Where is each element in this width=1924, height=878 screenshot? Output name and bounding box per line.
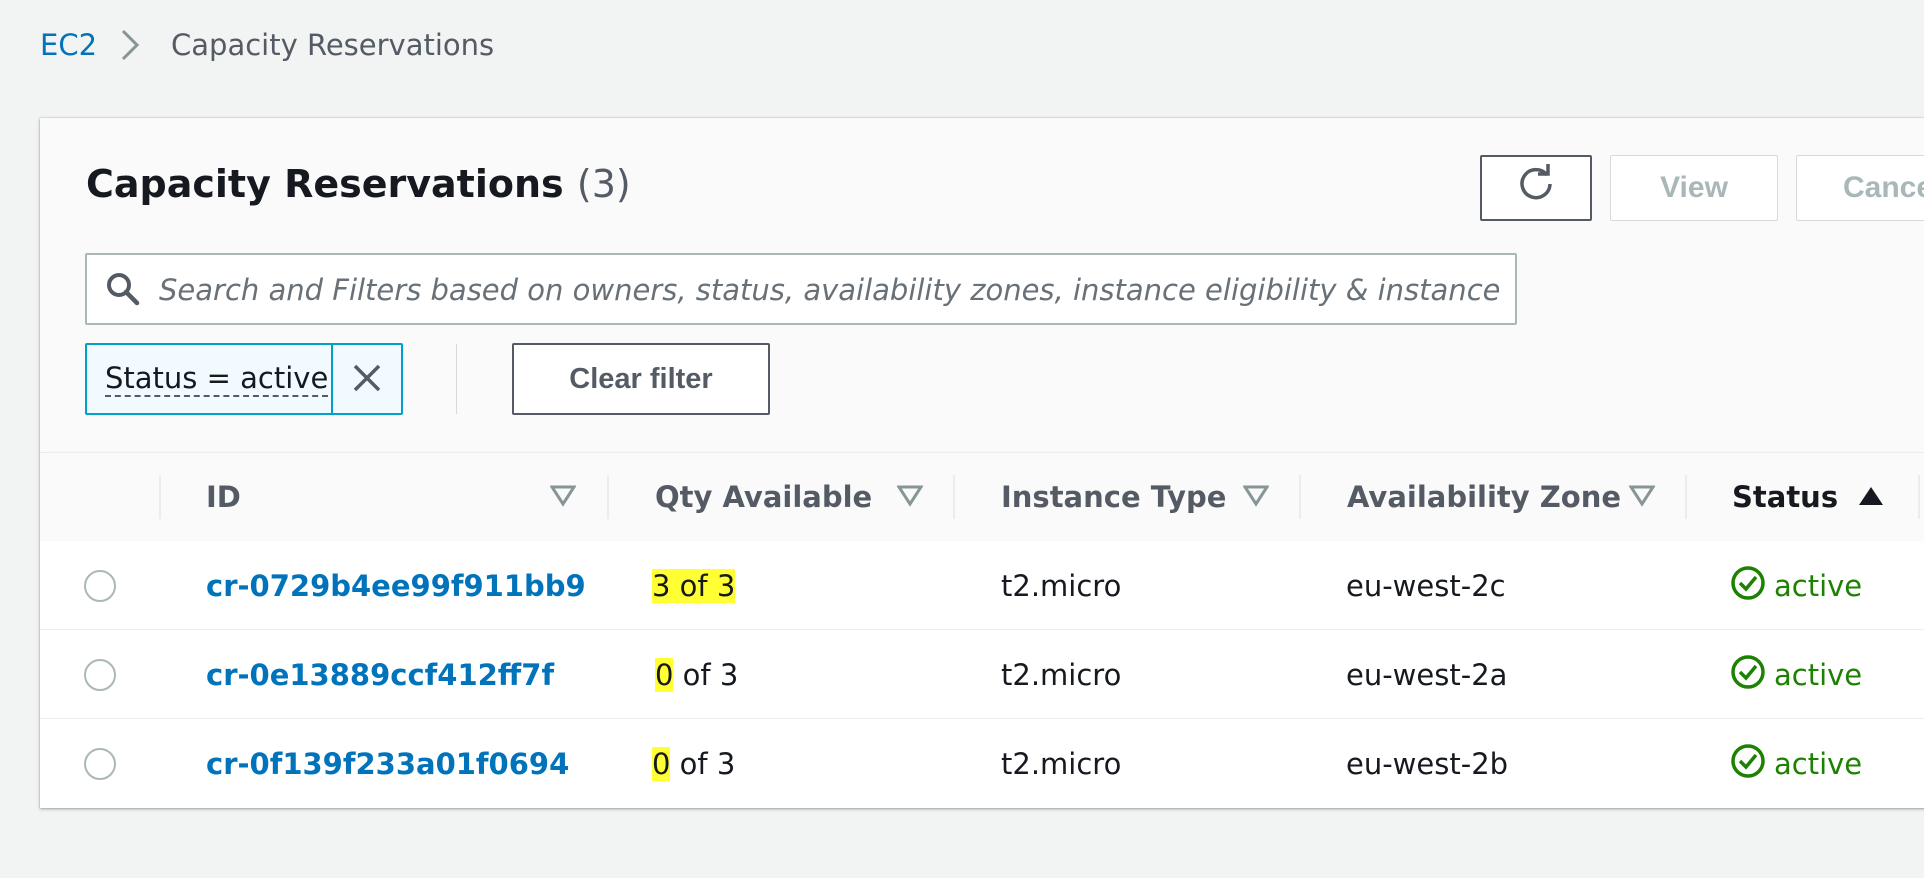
column-divider: [1918, 475, 1920, 519]
instance-type: t2.micro: [1001, 658, 1122, 692]
row-radio[interactable]: [84, 570, 116, 602]
check-circle-icon: [1730, 654, 1774, 697]
column-divider: [1299, 475, 1301, 519]
qty-highlight: 3 of 3: [652, 569, 736, 603]
chevron-right-icon: [107, 24, 153, 66]
availability-zone: eu-west-2c: [1346, 569, 1506, 603]
breadcrumb-current: Capacity Reservations: [171, 28, 495, 62]
column-header-status[interactable]: Status: [1732, 453, 1838, 541]
page-title-text: Capacity Reservations: [86, 162, 564, 206]
reservation-count: (3): [576, 162, 631, 206]
qty-highlight: 0: [655, 658, 674, 692]
breadcrumb: EC2 Capacity Reservations: [40, 24, 494, 66]
clear-filter-button[interactable]: Clear filter: [512, 343, 770, 415]
column-divider: [953, 475, 955, 519]
status-badge: active: [1730, 719, 1862, 808]
refresh-icon: [1516, 164, 1556, 212]
table-header: ID Qty Available Instance Type Availabil…: [40, 452, 1924, 541]
column-divider: [159, 475, 161, 519]
status-badge: active: [1730, 630, 1862, 720]
column-divider: [1685, 475, 1687, 519]
status-badge: active: [1730, 541, 1862, 631]
qty-available: 3 of 3: [652, 541, 736, 631]
check-circle-icon: [1730, 743, 1774, 786]
table-row[interactable]: cr-0e13889ccf412ff7f 0 of 3 t2.micro eu-…: [40, 629, 1924, 720]
reservation-id-link[interactable]: cr-0f139f233a01f0694: [206, 747, 569, 781]
instance-type: t2.micro: [1001, 747, 1122, 781]
view-button[interactable]: View: [1610, 155, 1778, 221]
close-icon: [352, 363, 382, 396]
search-input[interactable]: [157, 265, 1501, 315]
qty-highlight: 0: [652, 747, 671, 781]
table-row[interactable]: cr-0729b4ee99f911bb9 3 of 3 t2.micro eu-…: [40, 541, 1924, 631]
filter-divider: [456, 344, 457, 414]
instance-type: t2.micro: [1001, 569, 1122, 603]
reservation-id-link[interactable]: cr-0e13889ccf412ff7f: [206, 658, 554, 692]
reservation-id-link[interactable]: cr-0729b4ee99f911bb9: [206, 569, 586, 603]
filter-token-label[interactable]: Status = active: [87, 345, 331, 413]
sort-down-icon[interactable]: [1242, 485, 1270, 511]
availability-zone: eu-west-2a: [1346, 658, 1508, 692]
page-title: Capacity Reservations (3): [86, 162, 631, 206]
column-header-id[interactable]: ID: [206, 453, 241, 541]
filter-token: Status = active: [85, 343, 403, 415]
search-icon: [105, 271, 141, 311]
qty-rest: of 3: [673, 658, 739, 692]
sort-down-icon[interactable]: [1628, 485, 1656, 511]
column-divider: [607, 475, 609, 519]
sort-down-icon[interactable]: [549, 485, 577, 511]
qty-available: 0 of 3: [652, 719, 735, 808]
search-bar: [85, 253, 1517, 325]
row-radio[interactable]: [84, 748, 116, 780]
qty-available: 0 of 3: [655, 630, 738, 720]
table-row[interactable]: cr-0f139f233a01f0694 0 of 3 t2.micro eu-…: [40, 718, 1924, 808]
table-body: cr-0729b4ee99f911bb9 3 of 3 t2.micro eu-…: [40, 541, 1924, 808]
status-text: active: [1774, 747, 1863, 781]
row-radio[interactable]: [84, 659, 116, 691]
qty-rest: of 3: [670, 747, 736, 781]
filter-token-text: Status = active: [105, 361, 329, 397]
breadcrumb-ec2-link[interactable]: EC2: [40, 28, 97, 62]
sort-down-icon[interactable]: [896, 485, 924, 511]
column-header-availability-zone[interactable]: Availability Zone: [1347, 453, 1621, 541]
check-circle-icon: [1730, 565, 1774, 608]
status-text: active: [1774, 569, 1863, 603]
status-text: active: [1774, 658, 1863, 692]
capacity-reservations-panel: Capacity Reservations (3) View Cance Sta…: [40, 118, 1924, 808]
column-header-qty[interactable]: Qty Available: [655, 453, 872, 541]
sort-up-icon[interactable]: [1858, 485, 1884, 511]
remove-filter-button[interactable]: [331, 345, 401, 413]
cancel-reservation-button[interactable]: Cance: [1796, 155, 1924, 221]
availability-zone: eu-west-2b: [1346, 747, 1509, 781]
refresh-button[interactable]: [1480, 155, 1592, 221]
column-header-instance-type[interactable]: Instance Type: [1001, 453, 1226, 541]
